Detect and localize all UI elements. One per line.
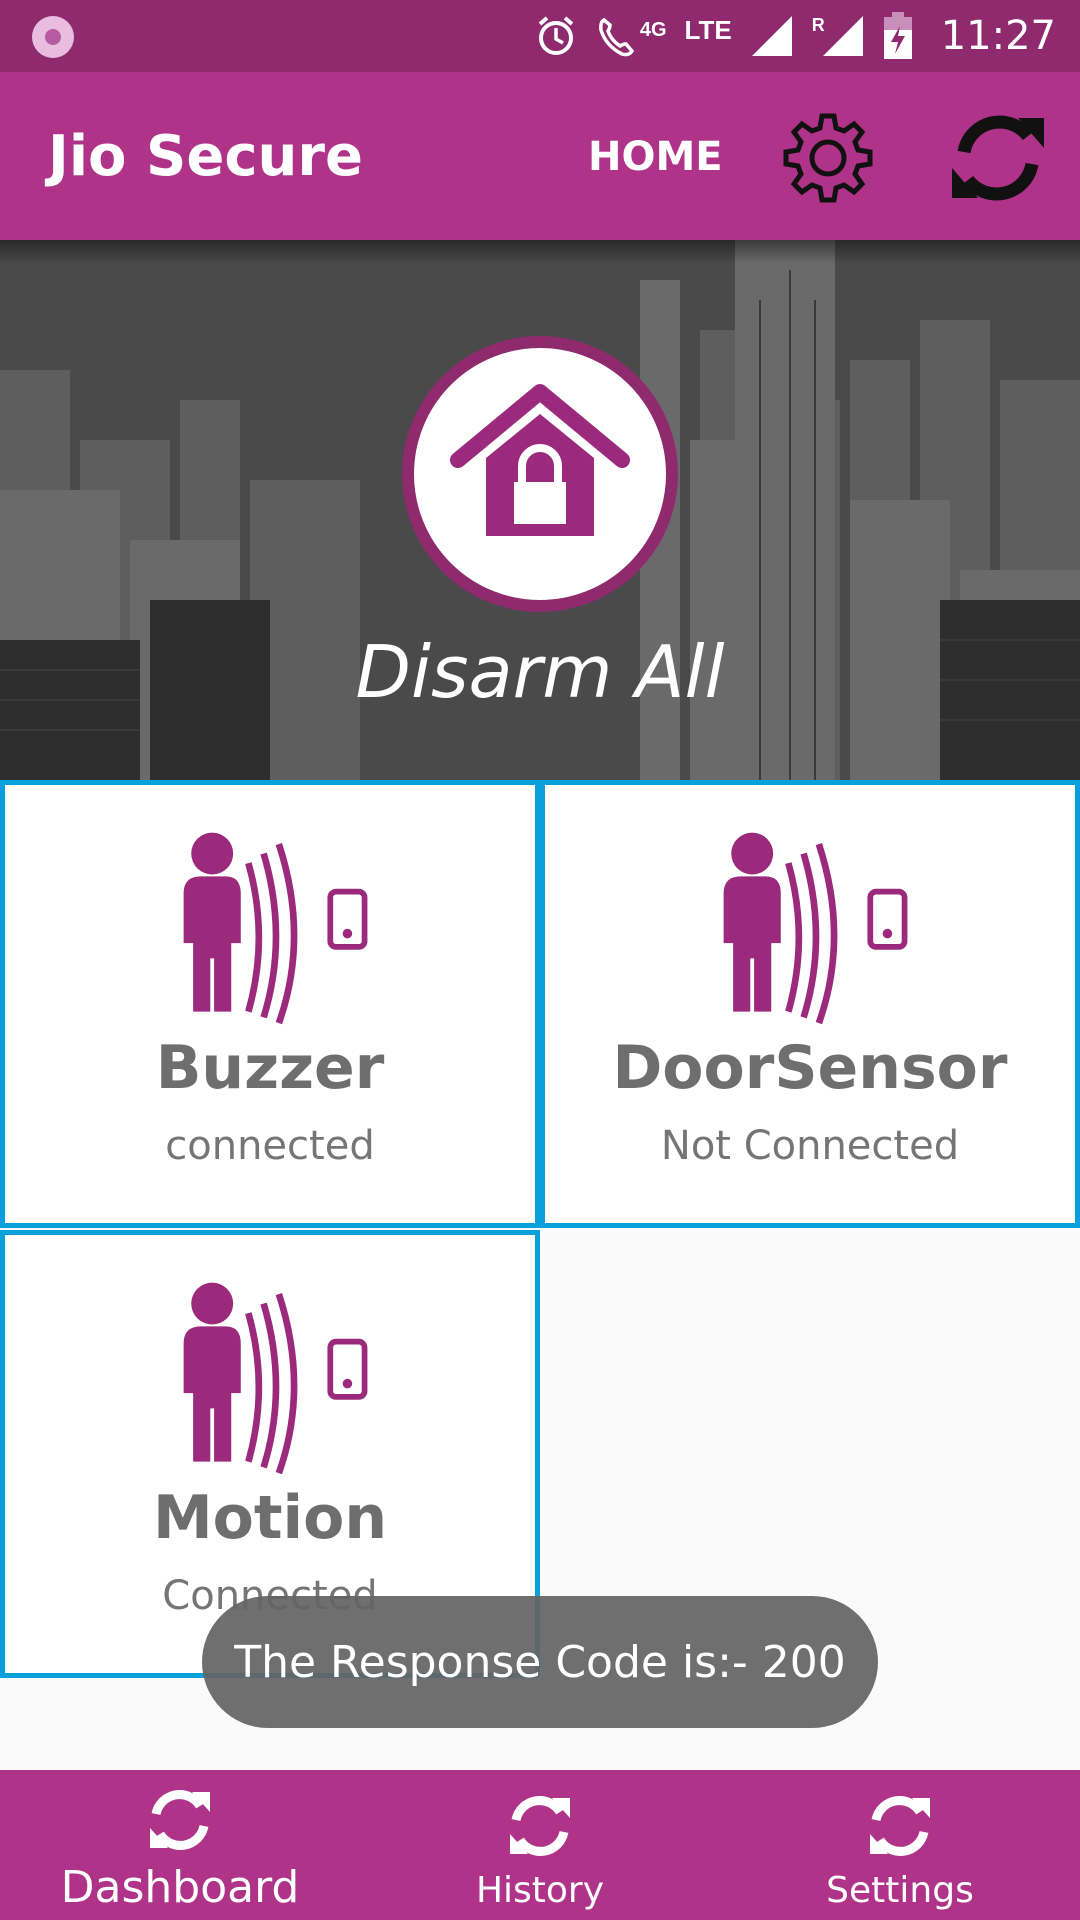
battery-charging-icon xyxy=(883,12,912,59)
disarm-all-label: Disarm All xyxy=(355,630,725,714)
nav-dashboard[interactable]: Dashboard xyxy=(0,1770,360,1920)
motion-sensor-icon xyxy=(171,1275,381,1475)
app-title: Jio Secure xyxy=(48,124,363,189)
motion-sensor-icon xyxy=(711,825,921,1025)
alarm-icon xyxy=(538,16,574,55)
settings-button[interactable] xyxy=(778,108,878,208)
device-name: Motion xyxy=(152,1483,388,1553)
response-toast: The Response Code is:- 200 xyxy=(202,1596,878,1728)
clock: 11:27 xyxy=(940,13,1056,59)
network-lte-label: LTE xyxy=(684,14,732,45)
nav-label: History xyxy=(475,1870,605,1911)
device-status: Not Connected xyxy=(660,1123,960,1169)
disarm-all-button[interactable] xyxy=(402,336,678,612)
refresh-icon xyxy=(952,115,1044,201)
nav-history[interactable]: History xyxy=(360,1770,720,1920)
motion-sensor-icon xyxy=(171,825,381,1025)
device-name: Buzzer xyxy=(155,1033,385,1103)
device-tile-buzzer[interactable]: Buzzer connected xyxy=(0,780,540,1228)
status-icons: 4G LTE R 11:27 xyxy=(534,0,1056,72)
nav-label: Settings xyxy=(826,1870,974,1911)
call-icon xyxy=(598,17,634,57)
bottom-nav: Dashboard History Settings xyxy=(0,1770,1080,1920)
device-status: connected xyxy=(165,1123,375,1169)
nav-label: Dashboard xyxy=(60,1862,300,1913)
refresh-icon xyxy=(502,1790,578,1862)
refresh-icon xyxy=(142,1784,218,1856)
network-4g-label: 4G xyxy=(639,18,667,41)
device-name: DoorSensor xyxy=(612,1033,1008,1103)
gear-icon xyxy=(783,113,873,203)
refresh-icon xyxy=(862,1790,938,1862)
home-lock-icon xyxy=(450,384,630,536)
home-button[interactable]: HOME xyxy=(588,134,723,180)
app-bar-shadow xyxy=(0,240,1080,264)
signal-icon xyxy=(751,16,792,56)
signal-roaming-icon xyxy=(822,16,863,56)
hero-banner: Disarm All xyxy=(0,240,1080,780)
device-tile-doorsensor[interactable]: DoorSensor Not Connected xyxy=(540,780,1080,1228)
app-bar: Jio Secure HOME xyxy=(0,72,1080,240)
nav-settings[interactable]: Settings xyxy=(720,1770,1080,1920)
refresh-button[interactable] xyxy=(948,108,1048,208)
notification-icon xyxy=(32,16,74,58)
status-bar: 4G LTE R 11:27 xyxy=(0,0,1080,72)
